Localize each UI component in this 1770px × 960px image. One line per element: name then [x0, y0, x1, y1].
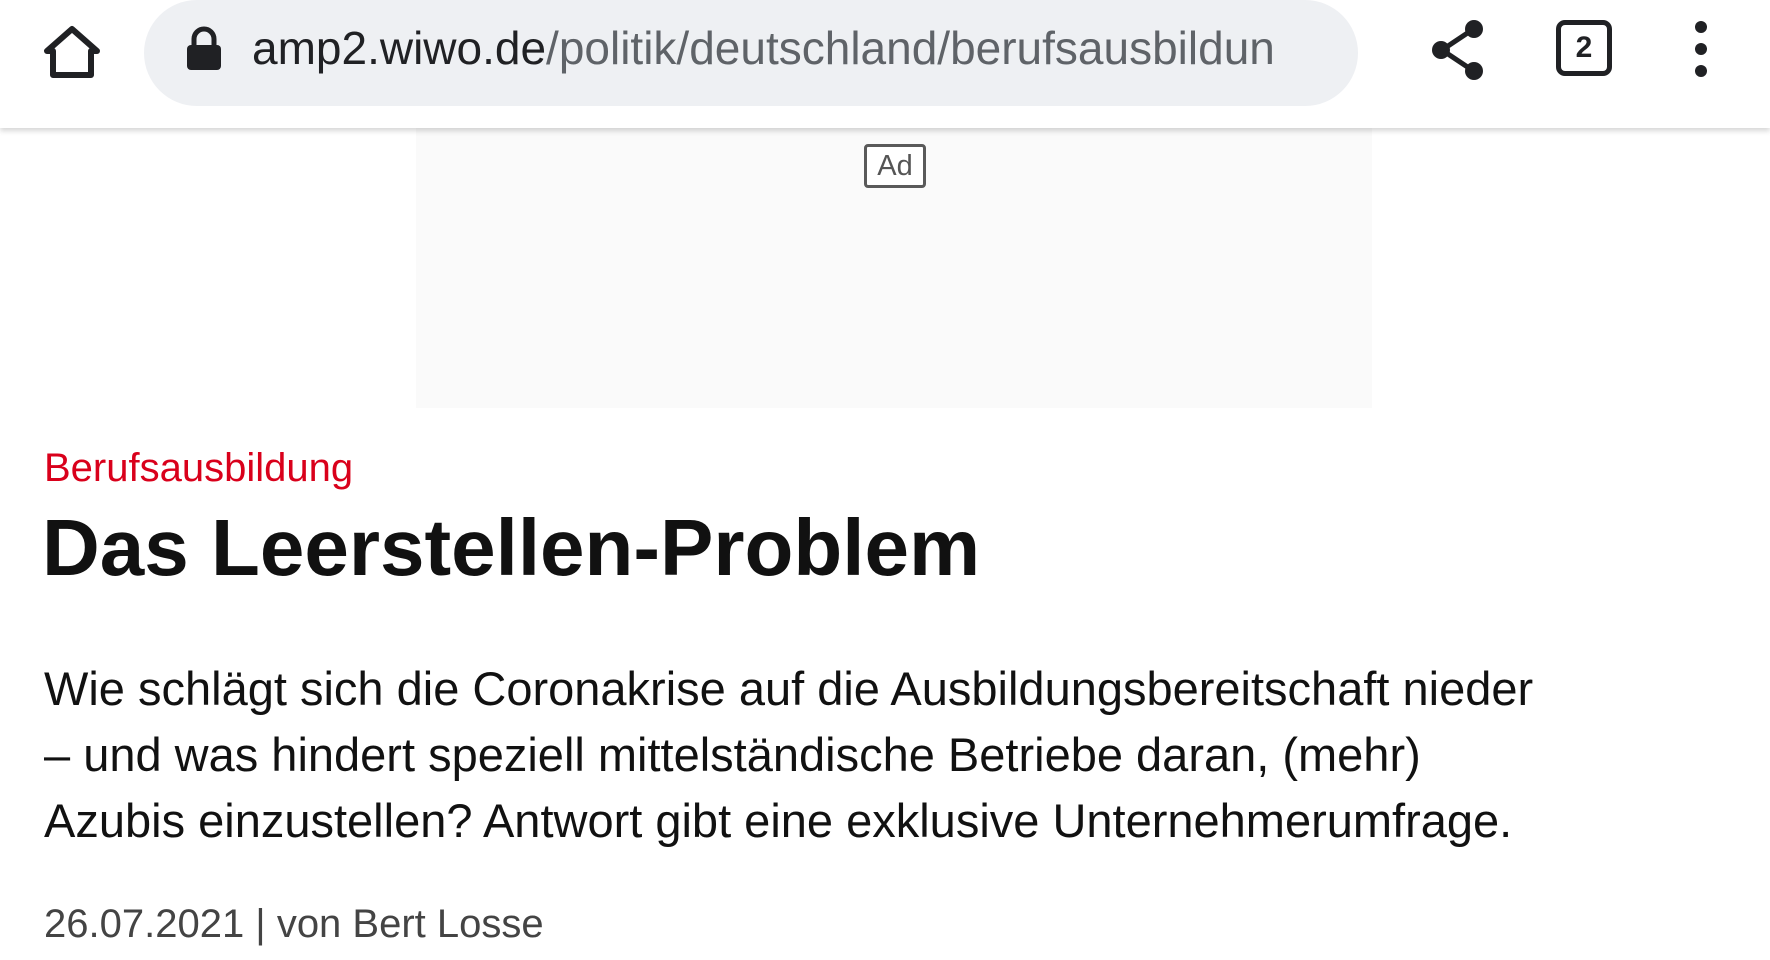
- article-kicker[interactable]: Berufsausbildung: [44, 444, 353, 492]
- url-host: amp2.wiwo.de: [252, 22, 547, 74]
- share-icon[interactable]: [1428, 16, 1488, 84]
- home-icon: [44, 26, 100, 78]
- more-vert-icon[interactable]: [1686, 18, 1716, 80]
- lock-icon: [187, 26, 221, 70]
- home-button[interactable]: [34, 14, 110, 90]
- article-headline: Das Leerstellen-Problem: [42, 503, 981, 592]
- browser-toolbar: amp2.wiwo.de/politik/deutschland/berufsa…: [0, 0, 1770, 128]
- article-teaser: Wie schlägt sich die Coronakrise auf die…: [44, 656, 1764, 854]
- tab-count: 2: [1575, 31, 1593, 64]
- teaser-line: – und was hindert speziell mittelständis…: [44, 728, 1421, 781]
- teaser-line: Wie schlägt sich die Coronakrise auf die…: [44, 662, 1534, 715]
- article-byline: 26.07.2021 | von Bert Losse: [44, 902, 544, 946]
- tab-switcher-button[interactable]: 2: [1556, 20, 1612, 76]
- url-path: /politik/deutschland/berufsausbildun: [546, 22, 1275, 74]
- teaser-line: Azubis einzustellen? Antwort gibt eine e…: [44, 794, 1513, 847]
- address-bar[interactable]: amp2.wiwo.de/politik/deutschland/berufsa…: [144, 0, 1358, 106]
- ad-slot[interactable]: Ad: [416, 128, 1372, 408]
- ad-badge: Ad: [864, 144, 926, 188]
- url-text[interactable]: amp2.wiwo.de/politik/deutschland/berufsa…: [252, 18, 1332, 78]
